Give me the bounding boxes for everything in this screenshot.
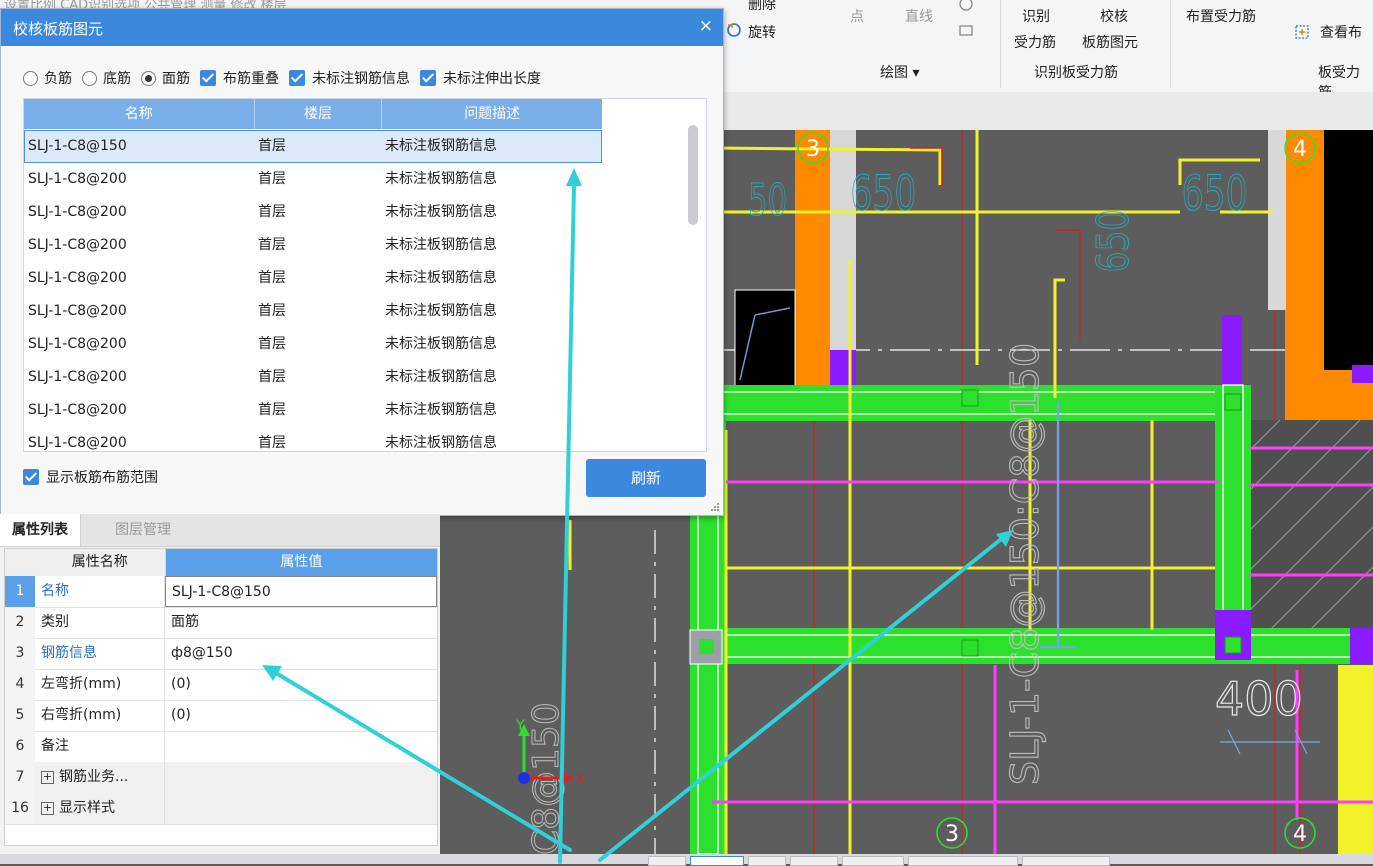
annotation-arrow: [598, 538, 1002, 862]
annotation-overlay: [262, 168, 1013, 864]
annotation-arrow: [274, 671, 572, 852]
annotation-arrow: [558, 183, 576, 864]
annotation-arrowhead: [566, 168, 582, 186]
annotation-arrowhead: [996, 530, 1013, 547]
